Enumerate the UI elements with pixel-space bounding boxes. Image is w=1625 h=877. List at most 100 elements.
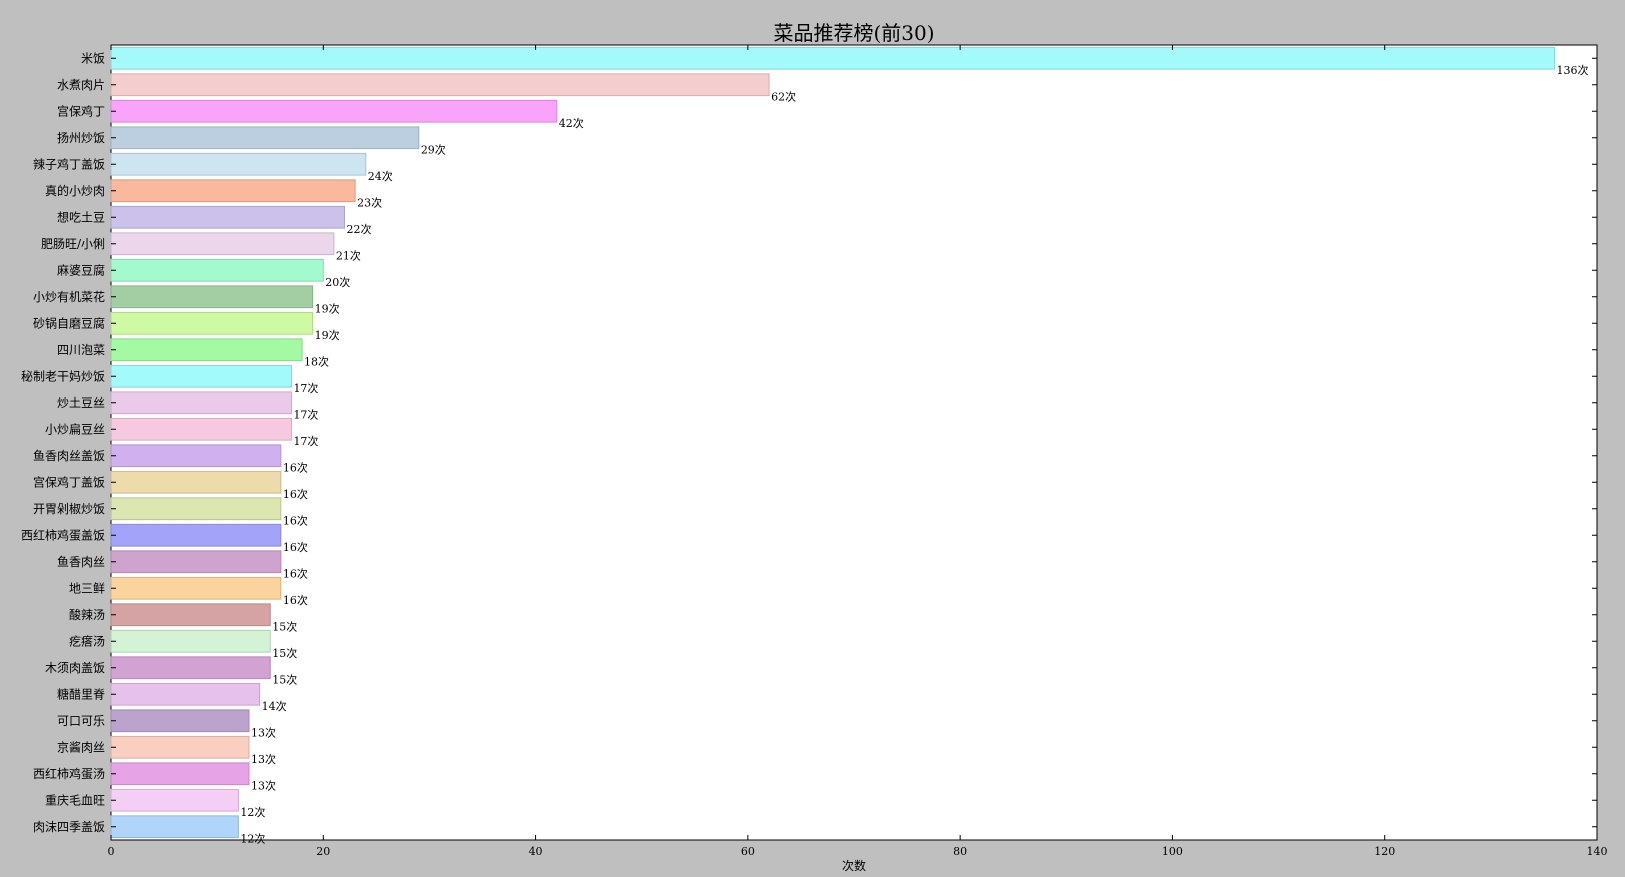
chart-title: 菜品推荐榜(前30) [773, 21, 934, 45]
data-label: 16次 [283, 540, 308, 554]
bar [110, 152, 367, 176]
bar [110, 497, 282, 521]
data-label: 29次 [421, 143, 446, 157]
y-tick-label: 疙瘩汤 [69, 633, 105, 648]
y-tick-label: 真的小炒肉 [45, 183, 105, 198]
y-tick-label: 小炒有机菜花 [33, 289, 105, 304]
y-tick-label: 秘制老干妈炒饭 [21, 369, 105, 383]
y-tick-label: 米饭 [81, 51, 105, 65]
data-label: 16次 [283, 567, 308, 581]
y-tick-label: 鱼香肉丝 [57, 555, 105, 569]
data-label: 23次 [357, 196, 382, 210]
x-tick-label: 80 [953, 845, 967, 858]
x-tick-label: 100 [1162, 845, 1183, 858]
bar [110, 735, 250, 759]
bar [110, 126, 420, 150]
bar [110, 391, 292, 415]
x-tick-label: 60 [741, 845, 755, 858]
bar [110, 709, 250, 733]
data-label: 14次 [262, 699, 287, 713]
data-label: 16次 [283, 461, 308, 475]
y-tick-label: 糖醋里脊 [57, 686, 105, 701]
data-label: 15次 [272, 673, 297, 687]
bar [110, 523, 282, 547]
y-tick-label: 京酱肉丝 [57, 739, 105, 754]
y-tick-label: 水煮肉片 [57, 78, 105, 92]
bar [110, 762, 250, 786]
data-label: 13次 [251, 752, 276, 766]
data-label: 21次 [336, 249, 361, 263]
bar [110, 205, 346, 229]
y-tick-label: 鱼香肉丝盖饭 [33, 449, 105, 463]
bar [110, 603, 271, 627]
bar-chart: 菜品推荐榜(前30) 次数 米饭水煮肉片宫保鸡丁扬州炒饭辣子鸡丁盖饭真的小炒肉想… [21, 21, 1608, 873]
y-tick-label: 扬州炒饭 [57, 130, 105, 145]
bar [110, 364, 292, 388]
bar [110, 285, 314, 309]
x-tick-label: 140 [1587, 845, 1608, 858]
bar [110, 788, 239, 812]
y-tick-label: 宫保鸡丁 [57, 103, 105, 118]
bar [110, 99, 558, 123]
y-tick-label: 开胃剁椒炒饭 [33, 502, 105, 516]
bar [110, 338, 303, 362]
data-label: 17次 [293, 434, 318, 448]
y-tick-label: 小炒扁豆丝 [45, 422, 105, 436]
y-tick-label: 酸辣汤 [69, 607, 105, 622]
data-label: 42次 [559, 116, 584, 130]
y-tick-labels: 米饭水煮肉片宫保鸡丁扬州炒饭辣子鸡丁盖饭真的小炒肉想吃土豆肥肠旺/小俐麻婆豆腐小… [21, 51, 105, 834]
x-tick-label: 120 [1374, 845, 1395, 858]
data-label: 136次 [1557, 63, 1589, 77]
y-tick-label: 重庆毛血旺 [45, 793, 105, 807]
bar [110, 576, 282, 600]
bar [110, 258, 324, 282]
chart-container: 菜品推荐榜(前30) 次数 米饭水煮肉片宫保鸡丁扬州炒饭辣子鸡丁盖饭真的小炒肉想… [0, 0, 1625, 873]
data-label: 20次 [325, 275, 350, 289]
y-tick-label: 肥肠旺/小俐 [41, 237, 105, 251]
bar [110, 815, 239, 839]
y-tick-label: 可口可乐 [57, 714, 105, 728]
data-label: 16次 [283, 514, 308, 528]
y-tick-label: 辣子鸡丁盖饭 [33, 156, 105, 171]
data-label: 19次 [315, 328, 340, 342]
y-tick-label: 地三鲜 [69, 581, 105, 595]
bar [110, 311, 314, 335]
data-label: 12次 [240, 832, 265, 846]
x-tick-label: 20 [316, 845, 330, 858]
bar [110, 232, 335, 256]
data-label: 15次 [272, 620, 297, 634]
y-tick-label: 砂锅自磨豆腐 [33, 315, 105, 330]
bar [110, 656, 271, 680]
data-label: 13次 [251, 726, 276, 740]
data-label: 18次 [304, 355, 329, 369]
y-tick-label: 肉沫四季盖饭 [33, 820, 105, 834]
bar [110, 73, 770, 97]
data-label: 16次 [283, 593, 308, 607]
x-axis-label: 次数 [842, 858, 866, 873]
x-tick-label: 40 [529, 845, 543, 858]
data-label: 15次 [272, 646, 297, 660]
data-label: 62次 [771, 90, 796, 104]
y-tick-label: 炒土豆丝 [57, 396, 105, 410]
y-tick-label: 西红柿鸡蛋汤 [33, 766, 105, 781]
data-label: 13次 [251, 779, 276, 793]
bar [110, 444, 282, 468]
data-label: 22次 [347, 222, 372, 236]
bar [110, 470, 282, 494]
data-label: 19次 [315, 302, 340, 316]
bar [110, 179, 356, 203]
x-tick-label: 0 [108, 845, 115, 858]
y-tick-label: 四川泡菜 [57, 343, 105, 357]
y-tick-label: 麻婆豆腐 [57, 262, 105, 277]
bar [110, 46, 1556, 70]
y-tick-label: 西红柿鸡蛋盖饭 [21, 527, 105, 542]
data-label: 24次 [368, 169, 393, 183]
bar [110, 629, 271, 653]
data-label: 17次 [293, 408, 318, 422]
bar [110, 550, 282, 574]
bar [110, 682, 261, 706]
data-label: 17次 [293, 381, 318, 395]
y-tick-label: 木须肉盖饭 [45, 661, 105, 675]
y-tick-label: 想吃土豆 [57, 209, 105, 224]
y-tick-label: 宫保鸡丁盖饭 [33, 474, 105, 489]
